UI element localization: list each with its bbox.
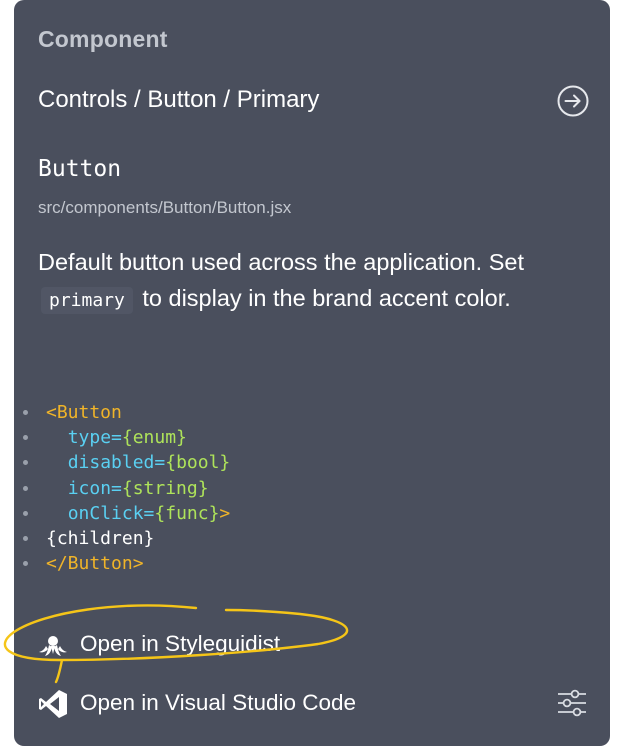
- tag-close-bracket: >: [219, 502, 231, 524]
- code-line: onClick={func}>: [14, 501, 610, 526]
- prop-value: {func}: [154, 502, 220, 524]
- prop-name: onClick=: [67, 502, 155, 524]
- code-line: disabled={bool}: [14, 450, 610, 475]
- code-open-tag: <Button: [46, 402, 122, 423]
- line-bullet: [23, 510, 28, 516]
- component-path: Controls / Button / Primary: [38, 86, 320, 113]
- open-in-styleguidist-button[interactable]: Open in Styleguidist: [38, 627, 338, 661]
- code-prop: icon={string}: [46, 476, 209, 501]
- code-line: {children}: [14, 526, 610, 551]
- code-close-tag: </Button>: [46, 553, 144, 575]
- code-line: <Button: [14, 400, 610, 425]
- arrow-circle-right-icon[interactable]: [556, 84, 590, 118]
- prop-value: {enum}: [121, 427, 187, 449]
- sliders-icon[interactable]: [556, 688, 588, 718]
- line-bullet: [23, 460, 28, 466]
- section-label: Component: [38, 26, 168, 52]
- description-text-start: Default button used across the applicati…: [38, 249, 524, 275]
- props-code-block: <Button type={enum} disabled={bool} icon…: [14, 400, 610, 576]
- component-panel: Component Controls / Button / Primary Bu…: [14, 0, 610, 746]
- line-bullet: [23, 410, 28, 415]
- prop-value: {bool}: [165, 452, 231, 474]
- prop-value: {string}: [121, 477, 209, 499]
- vscode-logo-icon: [38, 689, 68, 718]
- prop-name: disabled=: [67, 452, 166, 474]
- line-bullet: [23, 485, 28, 491]
- prop-name: icon=: [67, 477, 122, 499]
- description-inline-code: primary: [41, 287, 133, 314]
- code-prop: onClick={func}>: [46, 501, 231, 526]
- code-line: icon={string}: [14, 476, 610, 501]
- component-description: Default button used across the applicati…: [38, 244, 578, 319]
- code-line: type={enum}: [14, 425, 610, 450]
- component-file-path: src/components/Button/Button.jsx: [38, 198, 292, 217]
- open-in-vscode-button[interactable]: Open in Visual Studio Code: [38, 686, 418, 720]
- description-text-end: to display in the brand accent color.: [142, 285, 511, 311]
- line-bullet: [23, 535, 28, 541]
- open-in-vscode-label: Open in Visual Studio Code: [80, 690, 357, 715]
- prop-name: type=: [67, 427, 122, 449]
- code-children: {children}: [46, 527, 155, 549]
- line-bullet: [23, 435, 28, 441]
- open-in-styleguidist-label: Open in Styleguidist: [80, 631, 281, 656]
- code-prop: type={enum}: [46, 425, 187, 450]
- code-prop: disabled={bool}: [46, 450, 231, 475]
- line-bullet: [23, 561, 28, 567]
- component-path-row: Controls / Button / Primary: [38, 84, 590, 118]
- component-name: Button: [38, 156, 122, 182]
- styleguidist-logo-icon: [38, 630, 68, 658]
- code-line: </Button>: [14, 551, 610, 576]
